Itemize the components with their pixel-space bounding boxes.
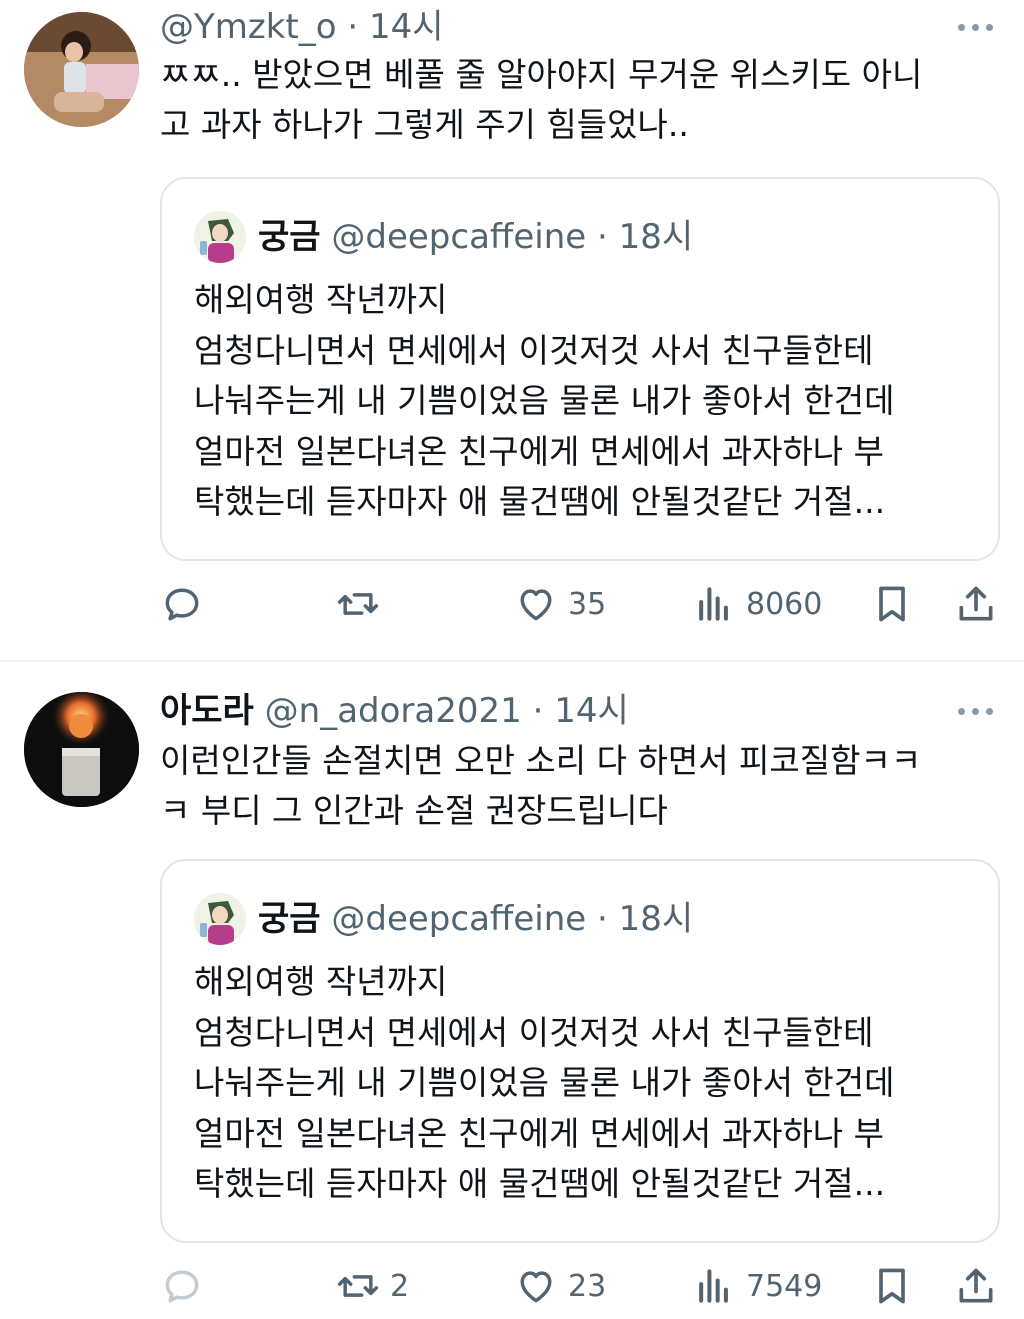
quoted-header: 궁금 @deepcaffeine · 18시: [258, 215, 693, 259]
bookmark-icon: [879, 1268, 905, 1304]
share-button[interactable]: [954, 1258, 998, 1314]
separator-dot: ·: [532, 691, 544, 731]
heart-icon: [520, 589, 552, 621]
like-button[interactable]: 35: [514, 576, 606, 632]
like-button[interactable]: 23: [514, 1258, 606, 1314]
avatar[interactable]: [24, 692, 139, 807]
user-handle[interactable]: @n_adora2021: [265, 691, 522, 731]
quoted-handle: @deepcaffeine: [331, 217, 587, 257]
share-icon: [959, 586, 993, 621]
reply-button[interactable]: [160, 576, 214, 632]
more-icon[interactable]: [958, 706, 994, 716]
user-handle[interactable]: @Ymzkt_o: [160, 7, 337, 47]
tweet-text: 이런인간들 손절치면 오만 소리 다 하면서 피코질함ㅋㅋ ㅋ 부디 그 인간과…: [160, 741, 922, 830]
views-icon: [699, 587, 728, 621]
views-icon: [699, 1269, 728, 1303]
bookmark-button[interactable]: [870, 576, 914, 632]
quoted-tweet[interactable]: 궁금 @deepcaffeine · 18시 해외여행 작년까지 엄청다니면서 …: [160, 177, 1000, 561]
reply-button[interactable]: [160, 1258, 214, 1314]
reply-icon: [165, 588, 199, 621]
action-bar: 35 8060: [0, 576, 1024, 632]
quoted-handle: @deepcaffeine: [331, 899, 587, 939]
retweet-button[interactable]: 2: [336, 1258, 409, 1314]
tweet-text: ㅉㅉ.. 받았으면 베풀 줄 알아야지 무거운 위스키도 아니 고 과자 하나가…: [160, 55, 923, 144]
quoted-avatar[interactable]: [194, 893, 246, 945]
views-count: 7549: [746, 1268, 823, 1304]
quoted-header: 궁금 @deepcaffeine · 18시: [258, 897, 693, 941]
views-count: 8060: [746, 586, 823, 622]
separator-dot: ·: [347, 7, 359, 47]
share-button[interactable]: [954, 576, 998, 632]
tweet[interactable]: @Ymzkt_o · 14시 ㅉㅉ.. 받았으면 베풀 줄 알아야지 무거운 위…: [0, 0, 1024, 661]
retweet-icon: [337, 593, 379, 615]
action-bar: 2 23 7549: [0, 1258, 1024, 1314]
separator-dot: ·: [596, 217, 608, 257]
separator-dot: ·: [596, 899, 608, 939]
quoted-avatar[interactable]: [194, 211, 246, 263]
retweet-button[interactable]: [336, 576, 390, 632]
quoted-text: 해외여행 작년까지 엄청다니면서 면세에서 이것저것 사서 친구들한테 나눠주는…: [194, 962, 895, 1203]
quoted-display-name: 궁금: [258, 899, 321, 939]
like-count: 35: [568, 586, 607, 622]
quoted-display-name: 궁금: [258, 217, 321, 257]
bookmark-button[interactable]: [870, 1258, 914, 1314]
reply-icon: [165, 1270, 199, 1303]
like-count: 23: [568, 1268, 607, 1304]
retweet-count: 2: [390, 1268, 410, 1304]
quoted-timestamp: 18시: [618, 899, 694, 939]
display-name[interactable]: 아도라: [160, 691, 254, 731]
share-icon: [959, 1268, 993, 1303]
avatar[interactable]: [24, 12, 139, 127]
views-button[interactable]: 8060: [692, 576, 822, 632]
tweet-header: @Ymzkt_o · 14시: [160, 6, 444, 48]
quoted-text: 해외여행 작년까지 엄청다니면서 면세에서 이것저것 사서 친구들한테 나눠주는…: [194, 280, 895, 521]
heart-icon: [520, 1271, 552, 1303]
timestamp[interactable]: 14시: [369, 7, 444, 47]
views-button[interactable]: 7549: [692, 1258, 822, 1314]
tweet[interactable]: 아도라 @n_adora2021 · 14시 이런인간들 손절치면 오만 소리 …: [0, 662, 1024, 1319]
retweet-icon: [337, 1275, 379, 1297]
timestamp[interactable]: 14시: [554, 691, 629, 731]
more-icon[interactable]: [958, 22, 994, 32]
quoted-timestamp: 18시: [618, 217, 694, 257]
tweet-header: 아도라 @n_adora2021 · 14시: [160, 690, 629, 732]
quoted-tweet[interactable]: 궁금 @deepcaffeine · 18시 해외여행 작년까지 엄청다니면서 …: [160, 859, 1000, 1243]
bookmark-icon: [879, 586, 905, 622]
